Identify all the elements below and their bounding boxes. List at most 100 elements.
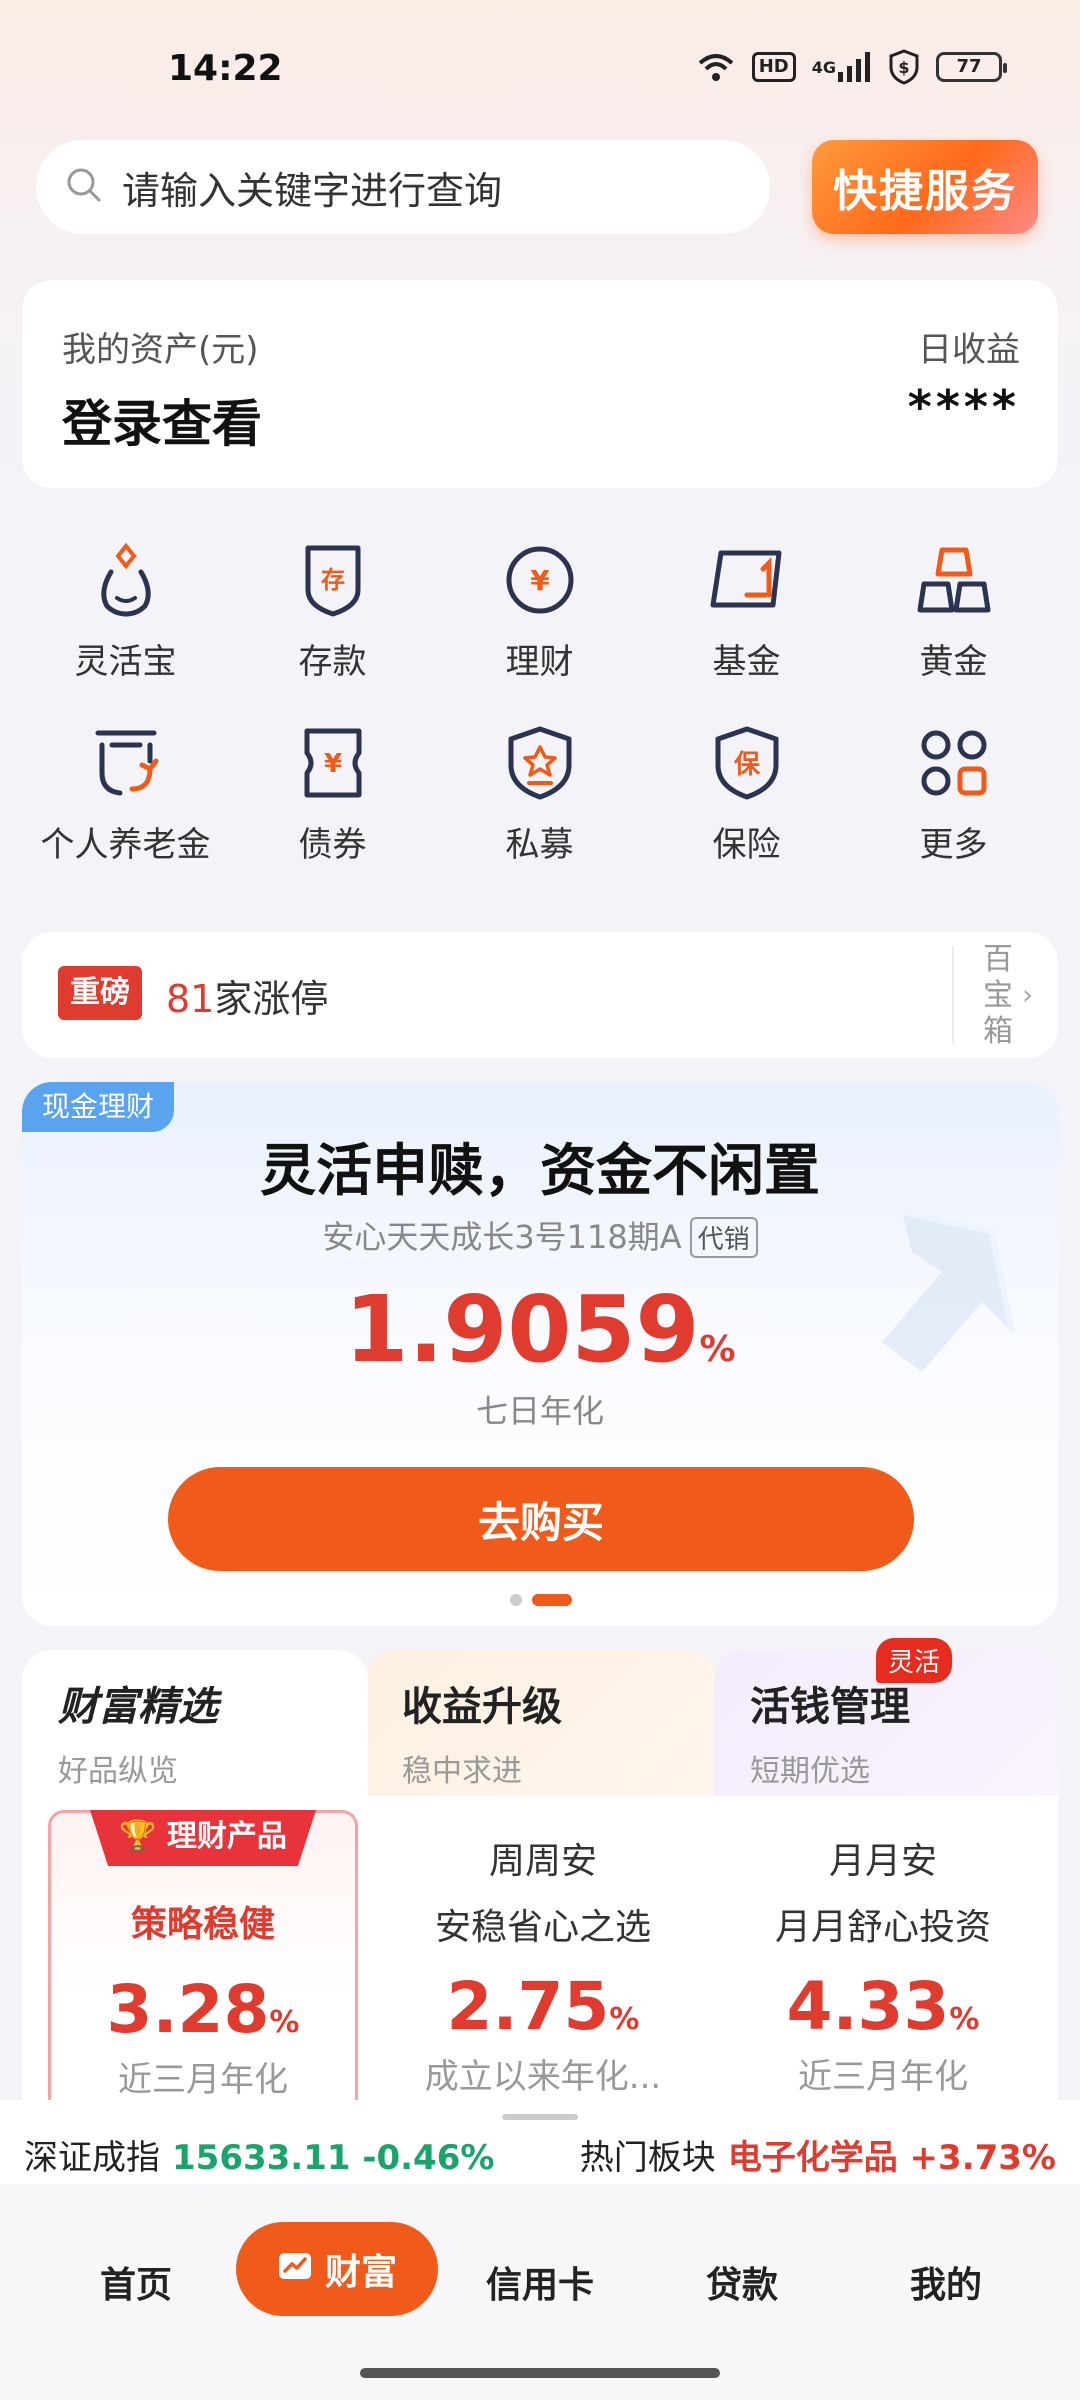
hd-badge: HD bbox=[751, 52, 796, 82]
news-tag: 重磅 bbox=[58, 966, 142, 1020]
product-card[interactable]: 周周安 安稳省心之选 2.75% 成立以来年化... bbox=[388, 1796, 698, 2100]
assets-login-link[interactable]: 登录查看 bbox=[62, 384, 262, 456]
product-rate-unit: % bbox=[269, 2005, 300, 2040]
product-rate-unit: % bbox=[949, 2002, 980, 2037]
promo-product: 安心天天成长3号118期A 代销 bbox=[22, 1212, 1058, 1258]
fund-icon bbox=[707, 540, 787, 620]
nav-wealth-label: 财富 bbox=[324, 2252, 397, 2293]
tab-title: 财富精选 bbox=[58, 1684, 218, 1730]
sector-ticker[interactable]: 热门板块 电子化学品 +3.73% bbox=[580, 2130, 1056, 2179]
lingbao-icon bbox=[86, 540, 166, 620]
promo-rate-label: 七日年化 bbox=[475, 1392, 604, 1430]
product-desc: 月月舒心投资 bbox=[774, 1907, 991, 1948]
assets-label: 我的资产(元) bbox=[62, 330, 259, 370]
index-ticker[interactable]: 深证成指 15633.11 -0.46% bbox=[24, 2130, 494, 2179]
grid-label: 基金 bbox=[712, 642, 781, 682]
svg-text:存: 存 bbox=[321, 566, 345, 594]
grid-item-finance[interactable]: ¥ 理财 bbox=[436, 540, 643, 683]
grid-item-more[interactable]: 更多 bbox=[850, 723, 1057, 866]
promo-product-tag: 代销 bbox=[689, 1217, 758, 1258]
product-rate-label: 近三月年化 bbox=[798, 2057, 968, 2097]
carousel-dots bbox=[510, 1594, 572, 1606]
product-rate-label: 近三月年化 bbox=[118, 2060, 288, 2100]
tab-wealth-selection[interactable]: 财富精选 好品纵览 bbox=[22, 1650, 368, 1796]
grid-item-private-fund[interactable]: 私募 bbox=[436, 723, 643, 866]
gold-icon bbox=[914, 540, 994, 620]
grid-item-bond[interactable]: ¥ 债券 bbox=[229, 723, 436, 866]
product-rate-value: 2.75 bbox=[446, 1968, 610, 2045]
flexible-badge: 灵活 bbox=[875, 1638, 952, 1683]
network-type: 4G bbox=[811, 57, 836, 77]
market-ticker[interactable]: 深证成指 15633.11 -0.46% 热门板块 电子化学品 +3.73% bbox=[0, 2100, 1080, 2184]
carousel-dot-active[interactable] bbox=[532, 1594, 572, 1606]
carousel-dot[interactable] bbox=[510, 1594, 522, 1606]
product-rate-label: 成立以来年化... bbox=[424, 2057, 662, 2097]
status-icons: HD 4G $ 77 bbox=[696, 48, 1007, 86]
private-fund-icon bbox=[500, 723, 580, 803]
grid-label: 黄金 bbox=[919, 642, 988, 682]
buy-button[interactable]: 去购买 bbox=[168, 1467, 914, 1571]
nav-mine[interactable]: 我的 bbox=[910, 2256, 982, 2308]
news-bar[interactable]: 重磅 81家涨停 百宝箱 › bbox=[22, 932, 1058, 1058]
promo-title: 灵活申赎，资金不闲置 bbox=[260, 1139, 820, 1204]
svg-text:¥: ¥ bbox=[530, 564, 550, 597]
nav-loan[interactable]: 贷款 bbox=[706, 2256, 778, 2308]
grid-label: 私募 bbox=[505, 825, 574, 865]
news-text: 家涨停 bbox=[214, 977, 329, 1021]
svg-text:保: 保 bbox=[732, 750, 760, 780]
tab-subtitle: 稳中求进 bbox=[402, 1754, 522, 1789]
nav-wealth[interactable]: 财富 bbox=[236, 2222, 438, 2316]
grid-label: 理财 bbox=[505, 642, 574, 682]
promo-rate-unit: % bbox=[699, 1329, 736, 1370]
tab-subtitle: 短期优选 bbox=[750, 1754, 870, 1789]
product-name: 周周安 bbox=[488, 1841, 597, 1882]
status-bar: 14:22 HD 4G $ 77 bbox=[0, 0, 1080, 130]
product-rate: 3.28% bbox=[51, 1971, 355, 2048]
nav-home[interactable]: 首页 bbox=[100, 2256, 172, 2308]
product-card[interactable]: 🏆 理财产品 策略稳健 3.28% 近三月年化 bbox=[48, 1810, 358, 2114]
drag-handle[interactable] bbox=[502, 2114, 578, 2120]
sector-label: 热门板块 bbox=[579, 2138, 716, 2178]
home-indicator[interactable] bbox=[360, 2368, 720, 2378]
grid-item-deposit[interactable]: 存 存款 bbox=[229, 540, 436, 683]
grid-item-pension[interactable]: 个人养老金 bbox=[22, 723, 229, 866]
grid-label: 保险 bbox=[712, 825, 781, 865]
pension-icon bbox=[86, 723, 166, 803]
search-bar[interactable]: 请输入关键字进行查询 bbox=[36, 140, 770, 234]
nav-credit-card[interactable]: 信用卡 bbox=[486, 2256, 594, 2308]
search-icon bbox=[64, 165, 104, 209]
daily-income-label: 日收益 bbox=[918, 330, 1020, 370]
wealth-section: 收益升级 稳中求进 灵活 活钱管理 短期优选 财富精选 好品纵览 🏆 理财产品 … bbox=[22, 1638, 1058, 2114]
tab-income-upgrade[interactable]: 收益升级 稳中求进 bbox=[366, 1650, 716, 1796]
grid-item-insurance[interactable]: 保 保险 bbox=[643, 723, 850, 866]
assets-card[interactable]: 我的资产(元) 登录查看 日收益 **** bbox=[22, 280, 1058, 488]
promo-rate: 1.9059% bbox=[22, 1276, 1058, 1383]
tab-cash-management[interactable]: 灵活 活钱管理 短期优选 bbox=[714, 1638, 1058, 1796]
trophy-icon: 🏆 bbox=[119, 1819, 167, 1854]
index-value: 15633.11 -0.46% bbox=[172, 2138, 495, 2178]
finance-icon: ¥ bbox=[500, 540, 580, 620]
grid-label: 存款 bbox=[298, 642, 367, 682]
grid-item-lingbao[interactable]: 灵活宝 bbox=[22, 540, 229, 683]
news-count: 81 bbox=[166, 977, 215, 1021]
search-input[interactable]: 请输入关键字进行查询 bbox=[122, 160, 502, 215]
promo-card[interactable]: 现金理财 灵活申赎，资金不闲置 安心天天成长3号118期A 代销 1.9059% … bbox=[22, 1082, 1058, 1626]
news-divider bbox=[952, 946, 954, 1044]
product-rate: 2.75% bbox=[388, 1968, 698, 2045]
grid-label: 更多 bbox=[919, 825, 988, 865]
deposit-icon: 存 bbox=[293, 540, 373, 620]
wealth-icon bbox=[277, 2249, 313, 2290]
grid-label: 灵活宝 bbox=[74, 642, 177, 682]
status-time: 14:22 bbox=[168, 48, 283, 89]
treasure-box-link[interactable]: 百宝箱 bbox=[978, 942, 1018, 1050]
chevron-right-icon: › bbox=[1022, 978, 1034, 1011]
wifi-icon bbox=[696, 48, 736, 86]
battery-icon: 77 bbox=[936, 52, 1007, 82]
sector-value: 电子化学品 +3.73% bbox=[727, 2138, 1056, 2178]
svg-text:¥: ¥ bbox=[323, 749, 341, 779]
product-card[interactable]: 月月安 月月舒心投资 4.33% 近三月年化 bbox=[728, 1796, 1038, 2100]
grid-item-gold[interactable]: 黄金 bbox=[850, 540, 1057, 683]
grid-item-fund[interactable]: 基金 bbox=[643, 540, 850, 683]
quick-service-button[interactable]: 快捷服务 bbox=[812, 140, 1038, 234]
news-headline[interactable]: 81家涨停 bbox=[166, 968, 328, 1023]
